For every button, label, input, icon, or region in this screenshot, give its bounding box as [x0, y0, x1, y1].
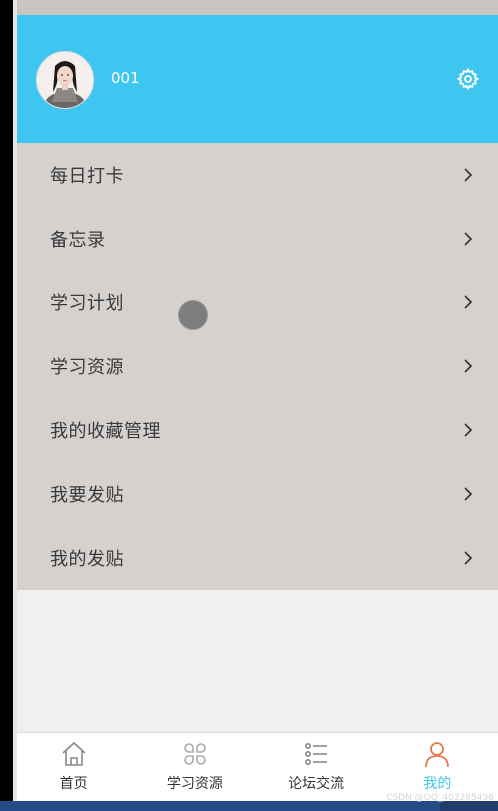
phone-viewport: 001 每日打卡 备忘录 学习计划 学习资源 我的收藏管理 我要发贴 我的发贴 …	[13, 0, 498, 801]
menu-item-label: 备忘录	[50, 229, 106, 251]
chevron-right-icon	[464, 423, 473, 437]
chevron-right-icon	[464, 295, 473, 310]
watermark: CSDN @QQ_402285496	[386, 793, 494, 803]
grid-icon	[184, 743, 206, 765]
chevron-right-icon	[464, 168, 473, 182]
home-icon	[62, 741, 86, 766]
tab-label: 学习资源	[166, 776, 223, 792]
menu-item-study-resources[interactable]: 学习资源	[13, 334, 498, 398]
gear-icon	[456, 67, 480, 91]
profile-header: 001	[13, 15, 498, 143]
menu-item-label: 我的收藏管理	[50, 421, 161, 443]
menu-item-label: 学习计划	[50, 293, 124, 315]
menu-item-label: 学习资源	[50, 357, 124, 379]
tab-mine[interactable]: 我的	[377, 733, 498, 801]
chevron-right-icon	[464, 487, 473, 501]
chevron-right-icon	[464, 359, 473, 373]
avatar-image	[37, 52, 93, 108]
tab-label: 我的	[423, 776, 452, 792]
settings-button[interactable]	[456, 67, 480, 91]
menu-item-label: 我的发贴	[50, 548, 124, 570]
menu-item-label: 每日打卡	[50, 165, 124, 187]
avatar[interactable]	[36, 51, 94, 109]
status-strip	[13, 0, 498, 15]
menu-item-label: 我要发贴	[50, 484, 124, 506]
menu-item-memo[interactable]: 备忘录	[13, 207, 498, 271]
tab-label: 论坛交流	[288, 776, 345, 792]
taskbar-segment	[0, 801, 440, 811]
chevron-right-icon	[464, 232, 473, 246]
person-icon	[425, 742, 450, 768]
username: 001	[111, 69, 140, 87]
menu-item-study-plan[interactable]: 学习计划	[13, 271, 498, 335]
menu-item-new-post[interactable]: 我要发贴	[13, 462, 498, 526]
bottom-tab-bar: 首页 学习资源 论坛交流 我的	[13, 732, 498, 801]
menu-item-my-posts[interactable]: 我的发贴	[13, 526, 498, 590]
frame-edge	[13, 0, 17, 801]
menu-item-daily-checkin[interactable]: 每日打卡	[13, 143, 498, 207]
app-screen: 001 每日打卡 备忘录 学习计划 学习资源 我的收藏管理 我要发贴 我的发贴 …	[0, 0, 498, 811]
list-icon	[305, 743, 328, 765]
tab-label: 首页	[59, 776, 88, 792]
menu-item-favorites[interactable]: 我的收藏管理	[13, 398, 498, 462]
touch-indicator	[178, 300, 208, 330]
chevron-right-icon	[464, 551, 473, 565]
menu-list: 每日打卡 备忘录 学习计划 学习资源 我的收藏管理 我要发贴 我的发贴	[13, 143, 498, 590]
tab-home[interactable]: 首页	[13, 733, 134, 801]
tab-forum[interactable]: 论坛交流	[256, 733, 377, 801]
tab-study-resources[interactable]: 学习资源	[134, 733, 255, 801]
